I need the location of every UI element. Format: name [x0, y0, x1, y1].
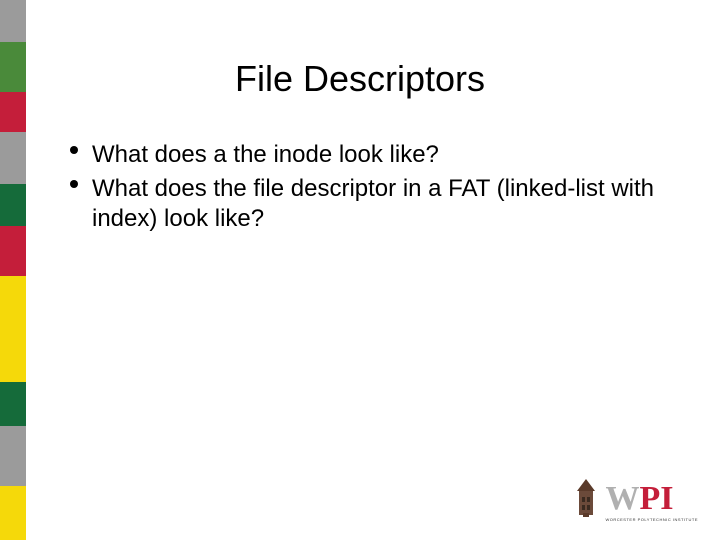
stripe-0	[0, 0, 26, 42]
bullet-icon	[70, 146, 78, 154]
bullet-text: What does a the inode look like?	[92, 140, 439, 170]
logo-letter-i: I	[660, 482, 673, 516]
tower-icon	[573, 477, 599, 522]
wpi-logo: W P I WORCESTER POLYTECHNIC INSTITUTE	[573, 477, 698, 522]
logo-letters: W P I	[605, 482, 698, 516]
stripe-5	[0, 226, 26, 276]
list-item: What does the file descriptor in a FAT (…	[70, 174, 660, 234]
stripe-4	[0, 184, 26, 226]
stripe-6	[0, 276, 26, 322]
list-item: What does a the inode look like?	[70, 140, 660, 170]
logo-text-block: W P I WORCESTER POLYTECHNIC INSTITUTE	[605, 482, 698, 522]
bullet-list: What does a the inode look like? What do…	[70, 140, 660, 238]
bullet-icon	[70, 180, 78, 188]
stripe-3	[0, 132, 26, 184]
logo-letter-w: W	[605, 482, 639, 516]
slide-title: File Descriptors	[0, 58, 720, 100]
stripe-10	[0, 486, 26, 540]
slide: File Descriptors What does a the inode l…	[0, 0, 720, 540]
logo-subtitle: WORCESTER POLYTECHNIC INSTITUTE	[605, 517, 698, 522]
logo-letter-p: P	[639, 482, 660, 516]
stripe-7	[0, 322, 26, 382]
bullet-text: What does the file descriptor in a FAT (…	[92, 174, 660, 234]
stripe-8	[0, 382, 26, 426]
stripe-9	[0, 426, 26, 486]
